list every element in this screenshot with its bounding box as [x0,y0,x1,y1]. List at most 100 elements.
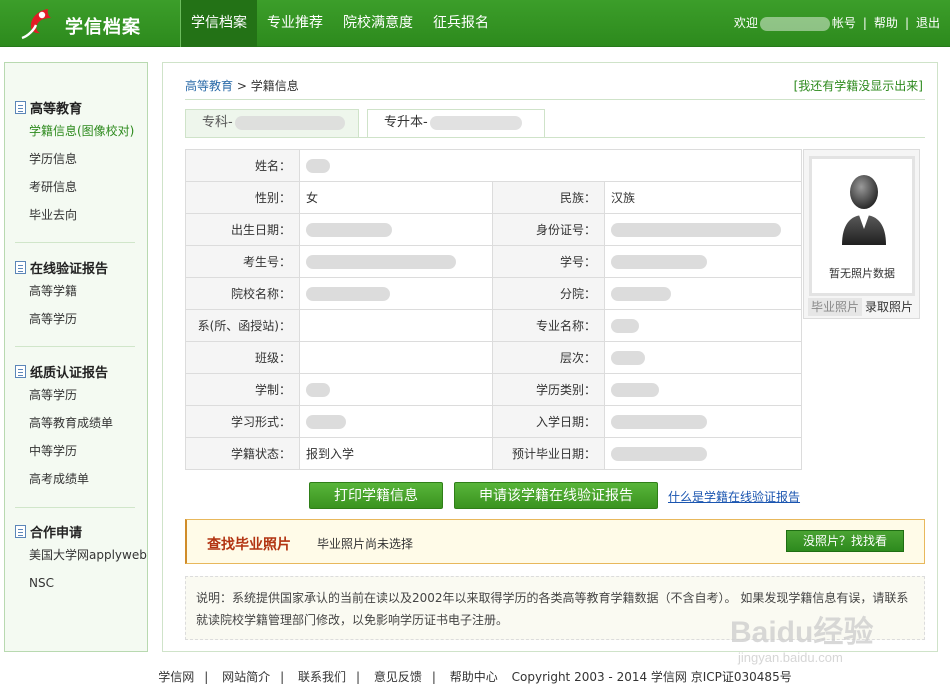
redacted-value [611,254,707,269]
tab-divider [185,137,925,138]
level-label: 层次： [492,341,605,374]
apply-report-button[interactable]: 申请该学籍在线验证报告 [454,482,658,509]
tab-graduation-photo[interactable]: 毕业照片 [808,298,862,316]
redacted-value [306,158,330,173]
footer-link-chsi[interactable]: 学信网 [158,670,194,684]
ethnicity-value: 汉族 [603,181,803,214]
sidebar-divider [15,346,135,347]
footer: 学信网 | 网站简介 | 联系我们 | 意见反馈 | 帮助中心 Copyright 20… [158,670,792,684]
photo-panel: 暂无照片数据 毕业照片 录取照片 [803,149,920,319]
major-value [603,309,803,342]
tab-label: 专升本- [384,115,428,130]
help-link[interactable]: 帮助 [874,0,898,47]
sidebar-group-label: 纸质认证报告 [30,365,109,381]
table-row: 院校名称： 分院： [185,277,803,310]
redacted-value [306,414,346,429]
welcome-text: 欢迎 [733,16,758,30]
class-label: 班级： [185,341,300,374]
sidebar-group-label: 高等教育 [30,101,83,117]
username-redacted [759,16,830,31]
breadcrumb-higher-education[interactable]: 高等教育 [185,79,233,93]
photo-tabs: 毕业照片 录取照片 [808,298,916,316]
user-bar: 欢迎 帐号 | 帮助 | 退出 [734,0,940,47]
sidebar-divider [15,242,135,243]
level-value [603,341,803,374]
status-label: 学籍状态： [185,437,300,470]
missing-record-link[interactable]: [我还有学籍没显示出来] [794,77,923,94]
footer-link-help[interactable]: 帮助中心 [450,670,498,684]
category-label: 学历类别： [492,373,605,406]
footer-link-contact[interactable]: 联系我们 [298,670,346,684]
sidebar-item-nsc[interactable]: NSC [5,569,147,597]
sidebar-item-enrollment-info[interactable]: 学籍信息(图像校对) [5,117,147,145]
watermark-url: jingyan.baidu.com [737,650,843,665]
document-icon [15,100,26,114]
name-label: 姓名： [185,149,300,182]
redacted-value [611,446,707,461]
print-button[interactable]: 打印学籍信息 [309,482,443,509]
tab-redacted [429,115,522,130]
sidebar-item-degree-info[interactable]: 学历信息 [5,145,147,173]
sidebar-item-transcript[interactable]: 高等教育成绩单 [5,409,147,437]
graduation-date-label: 预计毕业日期： [492,437,605,470]
default-avatar-icon [842,175,886,245]
exam-no-label: 考生号： [185,245,300,278]
sidebar-item-higher-enrollment[interactable]: 高等学籍 [5,277,147,305]
nav-item-satisfaction[interactable]: 院校满意度 [333,0,423,47]
sidebar-item-applyweb[interactable]: 美国大学网applyweb [5,541,147,569]
account-link[interactable]: 帐号 [832,0,856,47]
dept-value [299,309,493,342]
redacted-value [306,286,390,301]
duration-label: 学制： [185,373,300,406]
school-label: 院校名称： [185,277,300,310]
nav-item-enlistment[interactable]: 征兵报名 [423,0,499,47]
id-value [603,213,803,246]
sidebar-group-label: 合作申请 [30,525,83,541]
name-value [298,149,803,182]
find-photo-box: 查找毕业照片 毕业照片尚未选择 没照片？找找看 [185,519,925,564]
sidebar-item-graduate-destination[interactable]: 毕业去向 [5,201,147,229]
enroll-date-label: 入学日期： [492,405,605,438]
enroll-date-value [603,405,803,438]
sidebar-item-higher-degree[interactable]: 高等学历 [5,305,147,333]
school-value [299,277,493,310]
sidebar-group-higher-education: 高等教育 学籍信息(图像校对) 学历信息 考研信息 毕业去向 [5,97,147,229]
tab-upgrade[interactable]: 专升本- [367,109,545,138]
sidebar-item-secondary-degree[interactable]: 中等学历 [5,437,147,465]
find-photo-button[interactable]: 没照片？找找看 [785,530,904,552]
what-is-report-link[interactable]: 什么是学籍在线验证报告 [668,488,800,505]
sidebar-item-postgrad-exam[interactable]: 考研信息 [5,173,147,201]
logout-link[interactable]: 退出 [916,0,940,47]
branch-value [603,277,803,310]
baidu-watermark: Baidu经验 jingyan.baidu.com [730,615,873,665]
sidebar-group-paper-report: 纸质认证报告 高等学历 高等教育成绩单 中等学历 高考成绩单 [5,361,147,493]
table-row: 学籍状态： 报到入学 预计毕业日期： [185,437,803,470]
footer-link-feedback[interactable]: 意见反馈 [374,670,422,684]
table-row: 出生日期： 身份证号： [185,213,803,246]
sidebar-item-gaokao-scores[interactable]: 高考成绩单 [5,465,147,493]
sidebar: 高等教育 学籍信息(图像校对) 学历信息 考研信息 毕业去向 在线验证报告 高等… [4,62,148,652]
birth-value [299,213,493,246]
nav-item-major-recommend[interactable]: 专业推荐 [257,0,333,47]
status-value: 报到入学 [299,437,493,470]
tab-redacted [234,115,345,130]
main-panel: 高等教育 > 学籍信息 [我还有学籍没显示出来] 专科- 专升本- 姓名： 性别… [162,62,938,652]
no-photo-text: 暂无照片数据 [829,267,895,280]
study-form-label: 学习形式： [185,405,300,438]
brand-title[interactable]: 学信档案 [65,13,141,39]
sidebar-group-title: 在线验证报告 [5,257,147,277]
tab-college[interactable]: 专科- [185,109,359,137]
sidebar-item-paper-higher-degree[interactable]: 高等学历 [5,381,147,409]
enrollment-info-table: 姓名： 性别： 女 民族： 汉族 出生日期： 身份证号： 考生号： 学号： 院校… [185,149,803,470]
branch-label: 分院： [492,277,605,310]
footer-link-about[interactable]: 网站简介 [222,670,270,684]
nav-item-archive[interactable]: 学信档案 [181,0,257,47]
gender-label: 性别： [185,181,300,214]
sidebar-group-title: 合作申请 [5,521,147,541]
tab-enrollment-photo[interactable]: 录取照片 [862,298,916,316]
table-row: 性别： 女 民族： 汉族 [185,181,803,214]
redacted-value [306,222,392,237]
sidebar-group-label: 在线验证报告 [30,261,109,277]
photo-status-text: 毕业照片尚未选择 [317,537,414,551]
logo-icon [21,9,51,40]
